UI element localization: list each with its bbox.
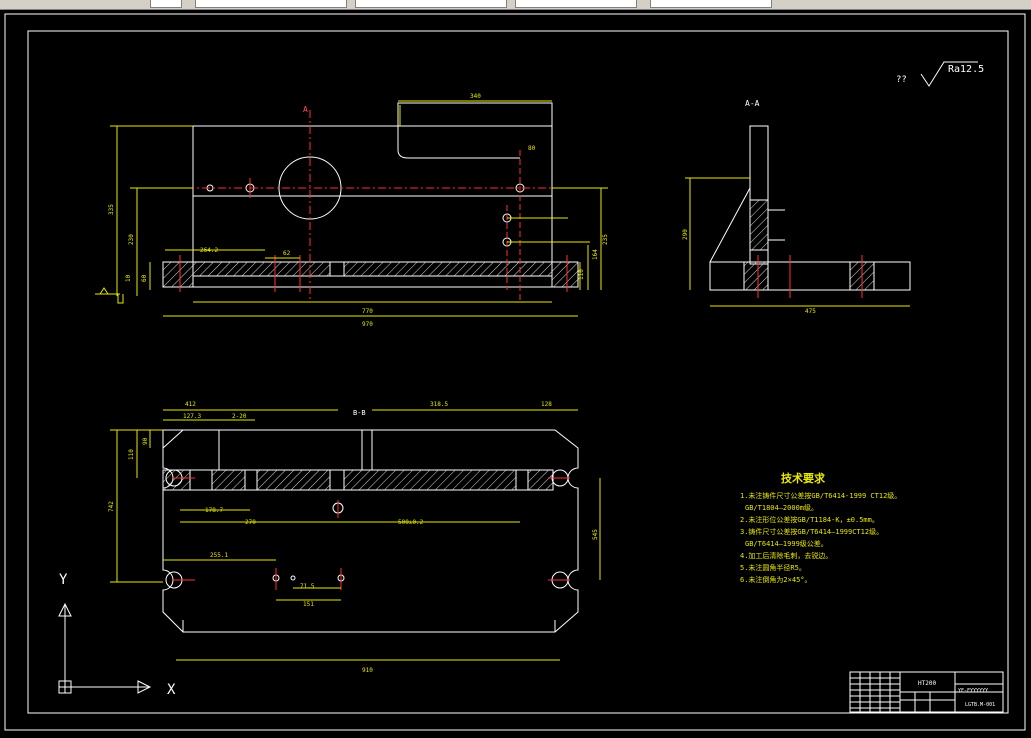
toolbar-field[interactable] xyxy=(195,0,347,8)
dim-335: 335 xyxy=(108,204,115,215)
dim-412: 412 xyxy=(185,401,196,408)
title-block: HT200 YF-FYYYYYY LGTB.M-001 xyxy=(849,671,1004,713)
ucs-icon: Y X xyxy=(58,572,176,698)
note-3: 3.铸件尺寸公差按GB/T6414—1999CT12级。 xyxy=(740,527,883,536)
note-2: 2.未注形位公差按GB/T1184-K，±0.5mm。 xyxy=(740,515,879,524)
dim-80: 80 xyxy=(528,145,536,152)
note-6: 6.未注倒角为2×45°。 xyxy=(740,575,812,584)
dim-62: 62 xyxy=(283,250,291,257)
dim-128: 128 xyxy=(541,401,552,408)
note-1: 1.未注铸件尺寸公差按GB/T6414-1999 CT12级。 xyxy=(740,491,901,500)
dim-500: 500±0.2 xyxy=(398,519,424,526)
dim-151: 151 xyxy=(303,601,314,608)
dim-110: 110 xyxy=(578,269,585,280)
dim-290: 290 xyxy=(682,229,689,240)
note-1b: GB/T1804—2000m级。 xyxy=(745,503,818,512)
notes-title: 技术要求 xyxy=(781,471,826,485)
roughness-prefix: ?? xyxy=(896,75,907,85)
dim-10: 10 xyxy=(125,274,132,282)
dim-90: 90 xyxy=(142,437,149,445)
dim-970: 970 xyxy=(362,321,373,328)
section-view-label: A-A xyxy=(745,99,760,108)
dim-110: 110 xyxy=(128,449,135,460)
dim-127: 127.3 xyxy=(183,413,201,420)
side-view: A-A 290 475 xyxy=(682,99,911,315)
toolbar-field[interactable] xyxy=(355,0,507,8)
dim-742: 742 xyxy=(108,501,115,512)
top-view: 412 318.5 128 127.3 2-20 178.7 270 500±0… xyxy=(108,401,601,674)
roughness-value: Ra12.5 xyxy=(948,64,984,75)
drawing-canvas[interactable]: A 340 770 970 264.2 62 80 335 230 60 10 … xyxy=(0,10,1031,738)
cad-drawing: A 340 770 970 264.2 62 80 335 230 60 10 … xyxy=(4,13,1026,731)
dim-270: 270 xyxy=(245,519,256,526)
dim-340: 340 xyxy=(470,93,481,100)
note-5: 5.未注圆角半径R5。 xyxy=(740,563,806,572)
dim-255: 255.1 xyxy=(210,552,228,559)
title-drawing-no: YF-FYYYYYY xyxy=(958,688,988,694)
section-label-a: A xyxy=(303,105,308,114)
dim-318: 318.5 xyxy=(430,401,448,408)
dim-164: 164 xyxy=(592,249,599,260)
dim-71: 71.5 xyxy=(300,583,315,590)
note-4: 4.加工后清除毛刺，去锐边。 xyxy=(740,551,832,560)
dim-2x20: 2-20 xyxy=(232,413,247,420)
dim-178: 178.7 xyxy=(205,507,223,514)
note-3b: GB/T6414—1999级公差。 xyxy=(745,539,828,548)
drawing-frame xyxy=(27,30,1009,714)
dim-545: 545 xyxy=(592,529,599,540)
outer-border xyxy=(4,13,1026,731)
roughness-symbol: ?? Ra12.5 xyxy=(896,61,984,87)
section-label-b: B-B xyxy=(353,409,366,417)
axis-x-label: X xyxy=(167,682,176,698)
dim-475: 475 xyxy=(805,308,816,315)
toolbar-field[interactable] xyxy=(150,0,182,8)
toolbar-strip xyxy=(0,0,1031,10)
technical-notes: 技术要求 1.未注铸件尺寸公差按GB/T6414-1999 CT12级。 GB/… xyxy=(740,471,901,584)
dim-770: 770 xyxy=(362,308,373,315)
axis-y-label: Y xyxy=(59,572,68,588)
toolbar-field[interactable] xyxy=(515,0,637,8)
dim-230: 230 xyxy=(128,234,135,245)
toolbar-field[interactable] xyxy=(650,0,772,8)
dim-60: 60 xyxy=(141,274,148,282)
dim-910: 910 xyxy=(362,667,373,674)
dim-235: 235 xyxy=(602,234,609,245)
dim-264: 264.2 xyxy=(200,247,218,254)
front-view: A 340 770 970 264.2 62 80 335 230 60 10 … xyxy=(95,93,609,328)
title-material: HT200 xyxy=(918,680,936,687)
title-part-code: LGTB.M-001 xyxy=(965,702,995,708)
